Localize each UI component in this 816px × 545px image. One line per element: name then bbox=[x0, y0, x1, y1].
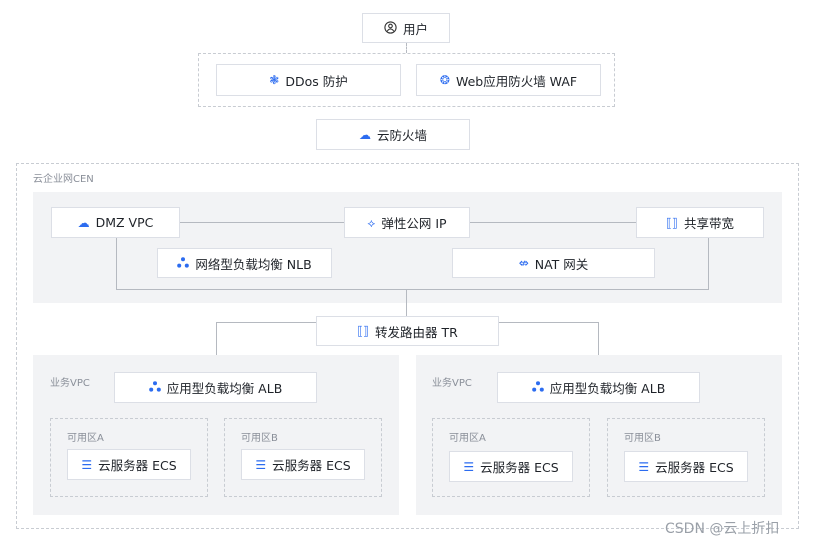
cloud-firewall-icon: ☁ bbox=[358, 127, 371, 142]
connector bbox=[499, 322, 599, 323]
server-icon: ☰ bbox=[81, 457, 93, 472]
transit-router-label: 转发路由器 TR bbox=[375, 324, 458, 340]
bandwidth-icon: ⟦⟧ bbox=[666, 215, 678, 230]
cloud-firewall-node[interactable]: ☁ 云防火墙 bbox=[316, 119, 470, 150]
load-balancer-icon bbox=[531, 381, 544, 394]
dmz-vpc-node[interactable]: ☁ DMZ VPC bbox=[51, 207, 180, 238]
connector bbox=[116, 289, 709, 290]
ddos-node[interactable]: ❃ DDos 防护 bbox=[216, 64, 401, 96]
ddos-label: DDos 防护 bbox=[285, 73, 348, 89]
cloud-firewall-label: 云防火墙 bbox=[376, 128, 427, 143]
zone-left-b-label: 可用区B bbox=[241, 433, 278, 444]
vpc-left-label: 业务VPC bbox=[50, 378, 90, 389]
connector bbox=[116, 237, 117, 289]
ecs-right-a-node[interactable]: ☰ 云服务器 ECS bbox=[449, 451, 573, 482]
load-balancer-icon bbox=[177, 256, 190, 270]
watermark: CSDN @云上折扣 bbox=[665, 521, 780, 537]
zone-left-a-label: 可用区A bbox=[67, 433, 104, 444]
connector bbox=[598, 322, 599, 355]
ecs-right-a-label: 云服务器 ECS bbox=[480, 460, 559, 475]
ecs-left-a-label: 云服务器 ECS bbox=[98, 458, 177, 473]
nat-gateway-label: NAT 网关 bbox=[534, 256, 589, 272]
transit-router-node[interactable]: ⟦⟧ 转发路由器 TR bbox=[316, 316, 499, 346]
waf-label: Web应用防火墙 WAF bbox=[455, 73, 578, 89]
connector bbox=[708, 237, 709, 289]
server-icon: ☰ bbox=[463, 459, 475, 474]
connector bbox=[180, 222, 344, 223]
load-balancer-icon bbox=[148, 381, 161, 394]
zone-right-a-label: 可用区A bbox=[449, 433, 486, 444]
router-icon: ⟦⟧ bbox=[357, 324, 370, 338]
alb-right-node[interactable]: 应用型负载均衡 ALB bbox=[497, 372, 700, 403]
dmz-vpc-label: DMZ VPC bbox=[95, 215, 154, 230]
server-icon: ☰ bbox=[638, 459, 650, 474]
ecs-left-b-label: 云服务器 ECS bbox=[272, 458, 351, 473]
waf-node[interactable]: ❂ Web应用防火墙 WAF bbox=[416, 64, 601, 96]
connector bbox=[406, 289, 407, 316]
alb-left-node[interactable]: 应用型负载均衡 ALB bbox=[114, 372, 317, 403]
cen-label: 云企业网CEN bbox=[33, 174, 94, 185]
shared-bandwidth-node[interactable]: ⟦⟧ 共享带宽 bbox=[636, 207, 764, 238]
shield-icon: ❃ bbox=[269, 73, 280, 87]
alb-left-label: 应用型负载均衡 ALB bbox=[166, 381, 283, 396]
eip-label: 弹性公网 IP bbox=[381, 216, 447, 231]
connector bbox=[216, 322, 316, 323]
ecs-right-b-label: 云服务器 ECS bbox=[655, 460, 734, 475]
alb-right-label: 应用型负载均衡 ALB bbox=[549, 381, 666, 396]
eip-node[interactable]: ⟡ 弹性公网 IP bbox=[344, 207, 470, 238]
vpc-right-label: 业务VPC bbox=[432, 378, 472, 389]
user-circle-icon bbox=[384, 20, 397, 36]
connector bbox=[406, 43, 407, 53]
ecs-left-b-node[interactable]: ☰ 云服务器 ECS bbox=[241, 449, 365, 480]
ecs-right-b-node[interactable]: ☰ 云服务器 ECS bbox=[624, 451, 748, 482]
nat-gateway-node[interactable]: ⇎ NAT 网关 bbox=[452, 248, 655, 278]
cloud-icon: ☁ bbox=[77, 215, 90, 230]
ecs-left-a-node[interactable]: ☰ 云服务器 ECS bbox=[67, 449, 191, 480]
connector bbox=[216, 322, 217, 355]
zone-right-b-label: 可用区B bbox=[624, 433, 661, 444]
shared-bandwidth-label: 共享带宽 bbox=[683, 216, 734, 231]
eip-icon: ⟡ bbox=[367, 215, 376, 230]
user-label: 用户 bbox=[402, 21, 428, 37]
connector bbox=[470, 222, 636, 223]
shield-icon: ❂ bbox=[439, 73, 450, 87]
nlb-label: 网络型负载均衡 NLB bbox=[195, 256, 312, 272]
nat-gateway-icon: ⇎ bbox=[518, 256, 529, 270]
nlb-node[interactable]: 网络型负载均衡 NLB bbox=[157, 248, 332, 278]
user-node[interactable]: 用户 bbox=[362, 13, 450, 43]
server-icon: ☰ bbox=[255, 457, 267, 472]
